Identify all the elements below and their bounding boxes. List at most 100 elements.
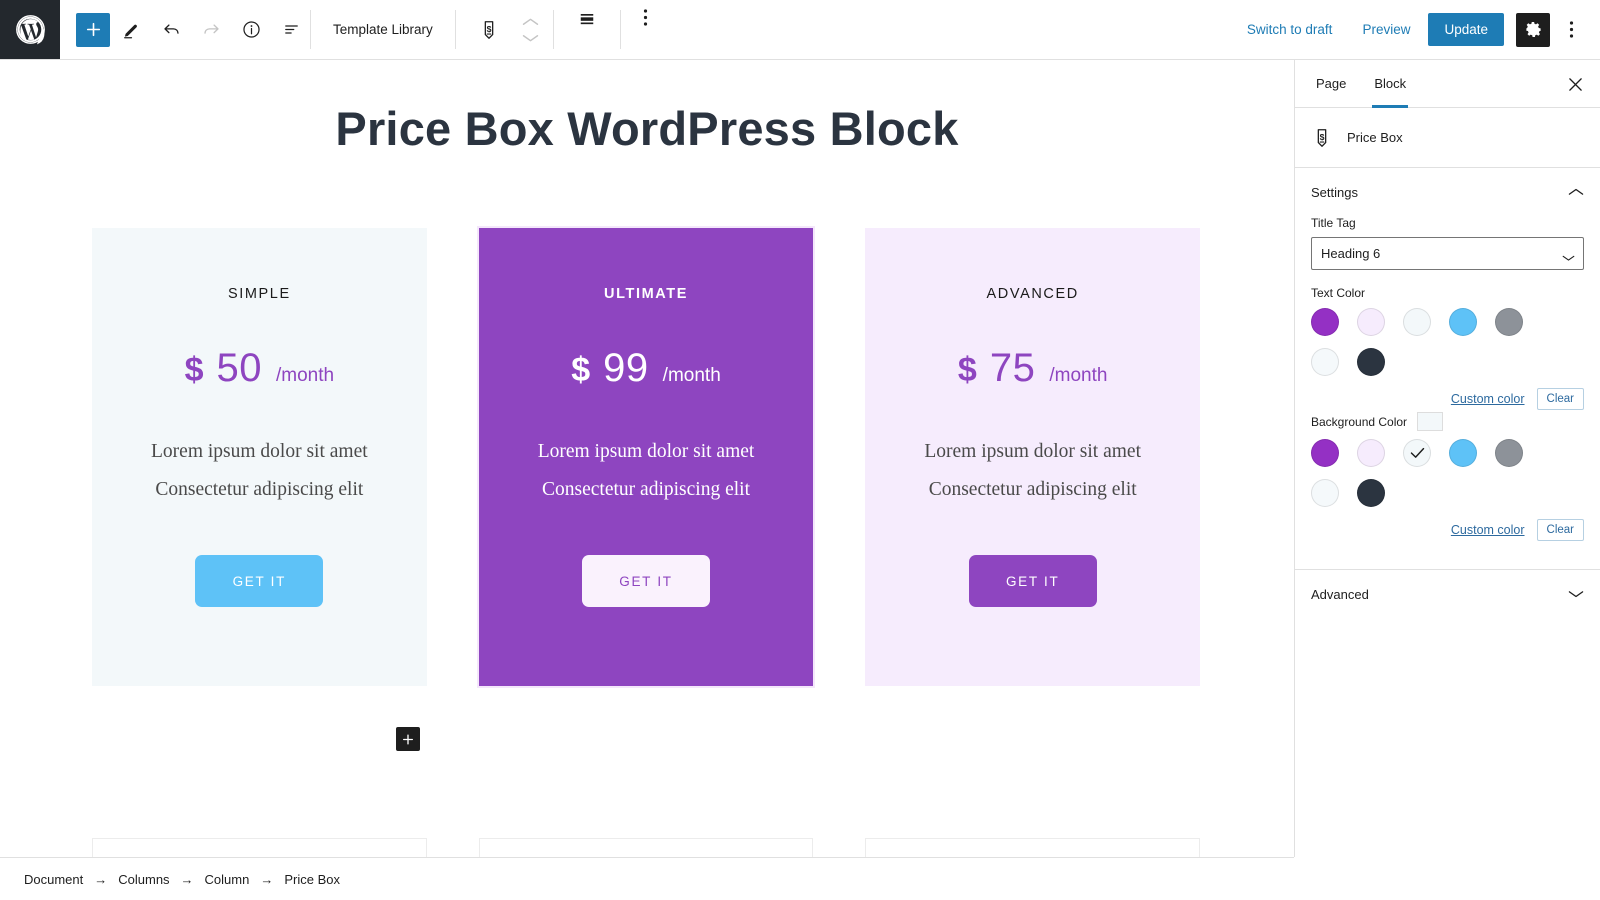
text-color-actions: Custom color Clear (1311, 388, 1584, 410)
template-library-label: Template Library (333, 22, 433, 37)
plus-icon (403, 734, 413, 744)
text-color-swatch-sky-blue[interactable] (1449, 308, 1477, 336)
tab-block[interactable]: Block (1360, 60, 1420, 108)
editor-more-options-button[interactable] (1556, 13, 1586, 47)
inline-add-block-button[interactable] (396, 727, 420, 751)
breadcrumb-separator: → (260, 871, 274, 887)
text-color-label: Text Color (1311, 286, 1366, 300)
text-color-swatch-purple[interactable] (1311, 308, 1339, 336)
background-color-swatch-light-lavender[interactable] (1357, 439, 1385, 467)
text-color-swatch-gray[interactable] (1495, 308, 1523, 336)
edit-mode-button[interactable] (112, 11, 150, 49)
breadcrumb-item-document[interactable]: Document (22, 869, 85, 890)
wordpress-logo-icon[interactable] (0, 0, 60, 59)
text-custom-color-link[interactable]: Custom color (1451, 392, 1525, 406)
background-color-swatch-sky-blue[interactable] (1449, 439, 1477, 467)
align-button[interactable] (568, 0, 606, 38)
breadcrumb-item-columns[interactable]: Columns (116, 869, 171, 890)
align-center-icon (580, 14, 594, 25)
update-button[interactable]: Update (1428, 13, 1504, 46)
card-price: $ 99 /month (571, 346, 721, 391)
price-box-card-simple[interactable]: SIMPLE $ 50 /month Lorem ipsum dolor sit… (92, 228, 427, 686)
close-sidebar-button[interactable] (1560, 69, 1590, 99)
title-tag-label: Title Tag (1311, 216, 1356, 230)
card-feature[interactable]: Lorem ipsum dolor sit amet (151, 433, 368, 471)
text-color-clear-button[interactable]: Clear (1536, 388, 1584, 410)
text-color-swatch-dark-navy[interactable] (1357, 348, 1385, 376)
card-feature[interactable]: Consectetur adipiscing elit (155, 471, 363, 509)
template-library-button[interactable]: Template Library (311, 0, 455, 59)
background-color-swatch-purple[interactable] (1311, 439, 1339, 467)
vertical-ellipsis-icon (644, 8, 648, 26)
breadcrumb-item-column[interactable]: Column (203, 869, 252, 890)
breadcrumb-item-price-box[interactable]: Price Box (282, 869, 342, 890)
card-title[interactable]: ADVANCED (987, 286, 1079, 302)
price-box-card-advanced[interactable]: ADVANCED $ 75 /month Lorem ipsum dolor s… (865, 228, 1201, 686)
page-title[interactable]: Price Box WordPress Block (0, 101, 1294, 156)
block-move-stepper (508, 17, 553, 43)
chevron-up-icon (522, 18, 538, 25)
block-type-button[interactable]: $ (470, 11, 508, 49)
price-box-card-ultimate[interactable]: ULTIMATE $ 99 /month Lorem ipsum dolor s… (476, 226, 816, 688)
background-color-clear-button[interactable]: Clear (1536, 519, 1584, 541)
settings-panel-title: Settings (1311, 184, 1358, 200)
background-color-swatch-near-white[interactable] (1311, 479, 1339, 507)
move-up-button[interactable] (522, 17, 539, 27)
background-custom-color-link[interactable]: Custom color (1451, 523, 1525, 537)
document-info-button[interactable] (232, 11, 270, 49)
sidebar-tabs: Page Block (1295, 60, 1600, 108)
price-period[interactable]: /month (276, 365, 334, 387)
empty-column-placeholder[interactable] (92, 838, 427, 857)
pencil-icon (124, 24, 137, 38)
card-feature[interactable]: Consectetur adipiscing elit (542, 471, 750, 509)
card-cta-button[interactable]: GET IT (195, 555, 324, 608)
empty-column-placeholder[interactable] (865, 838, 1201, 857)
empty-column-placeholder[interactable] (478, 838, 814, 857)
card-cta-button[interactable]: GET IT (582, 555, 710, 608)
card-feature[interactable]: Lorem ipsum dolor sit amet (924, 433, 1141, 471)
chevron-down-icon (1568, 591, 1584, 598)
tab-page[interactable]: Page (1302, 60, 1360, 107)
advanced-panel-title: Advanced (1311, 586, 1369, 602)
card-title[interactable]: SIMPLE (228, 286, 291, 302)
advanced-panel-toggle[interactable]: Advanced (1295, 570, 1600, 618)
block-more-options-button[interactable] (631, 0, 661, 34)
title-tag-select[interactable]: Heading 6 (1311, 237, 1584, 270)
card-feature[interactable]: Consectetur adipiscing elit (929, 471, 1137, 509)
text-color-swatch-near-white[interactable] (1311, 348, 1339, 376)
block-toolbar: $ (456, 0, 553, 59)
price-amount[interactable]: 50 (217, 346, 263, 391)
preview-button[interactable]: Preview (1350, 14, 1422, 45)
title-tag-control: Heading 6 (1311, 237, 1584, 270)
card-cta-button[interactable]: GET IT (968, 555, 1097, 608)
background-color-swatch-pale-blue[interactable] (1403, 439, 1431, 467)
list-view-button[interactable] (272, 11, 310, 49)
toolbar-divider (552, 10, 554, 49)
price-period[interactable]: /month (663, 365, 721, 387)
selected-block-name: Price Box (1347, 130, 1403, 145)
card-feature[interactable]: Lorem ipsum dolor sit amet (538, 433, 755, 471)
gear-icon (1525, 22, 1541, 37)
price-period[interactable]: /month (1049, 365, 1107, 387)
plus-icon (86, 22, 100, 37)
add-block-button[interactable] (76, 12, 110, 47)
settings-panel-toggle[interactable]: Settings (1295, 168, 1600, 216)
text-color-swatch-light-lavender[interactable] (1357, 308, 1385, 336)
card-title[interactable]: ULTIMATE (604, 286, 688, 302)
price-amount[interactable]: 75 (990, 346, 1036, 391)
next-columns-row (92, 838, 1201, 857)
text-color-swatch-pale-blue[interactable] (1403, 308, 1431, 336)
price-amount[interactable]: 99 (603, 346, 649, 391)
check-icon (1410, 447, 1424, 458)
svg-text:$: $ (486, 24, 491, 34)
redo-button[interactable] (192, 11, 230, 49)
background-color-swatch-dark-navy[interactable] (1357, 479, 1385, 507)
switch-to-draft-button[interactable]: Switch to draft (1235, 14, 1345, 45)
settings-toggle-button[interactable] (1516, 12, 1550, 47)
breadcrumb: Document → Columns → Column → Price Box (0, 857, 1294, 900)
close-icon (1568, 77, 1582, 91)
background-color-swatch-gray[interactable] (1495, 439, 1523, 467)
move-down-button[interactable] (522, 33, 539, 43)
toolbar-divider (619, 10, 621, 49)
undo-button[interactable] (152, 11, 190, 49)
